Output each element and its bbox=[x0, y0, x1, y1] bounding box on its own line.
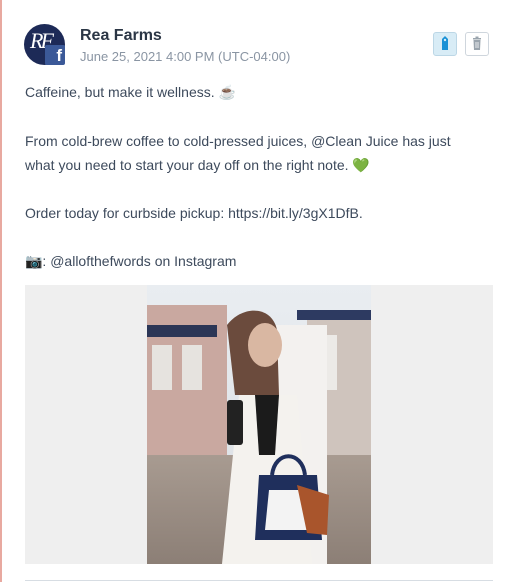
post-text-line: what you need to start your day off on t… bbox=[25, 157, 370, 173]
post-media[interactable] bbox=[25, 285, 493, 564]
post-text-line: 📷: @allofthefwords on Instagram bbox=[25, 253, 237, 269]
post-card: RF f Rea Farms June 25, 2021 4:00 PM (UT… bbox=[0, 0, 507, 582]
author-name[interactable]: Rea Farms bbox=[80, 27, 162, 45]
post-photo bbox=[147, 285, 371, 564]
post-text-line: Caffeine, but make it wellness. ☕ bbox=[25, 84, 236, 100]
photo-illustration bbox=[147, 285, 371, 564]
tag-button[interactable] bbox=[433, 32, 457, 56]
facebook-icon: f bbox=[45, 45, 65, 65]
post-text-line: Order today for curbside pickup: https:/… bbox=[25, 205, 363, 221]
trash-icon bbox=[473, 36, 481, 50]
post-timestamp: June 25, 2021 4:00 PM (UTC-04:00) bbox=[80, 49, 291, 64]
post-text-line: From cold-brew coffee to cold-pressed ju… bbox=[25, 133, 451, 149]
delete-button[interactable] bbox=[465, 32, 489, 56]
avatar: RF f bbox=[24, 24, 65, 65]
tag-icon bbox=[442, 36, 448, 50]
card-divider bbox=[25, 580, 493, 581]
